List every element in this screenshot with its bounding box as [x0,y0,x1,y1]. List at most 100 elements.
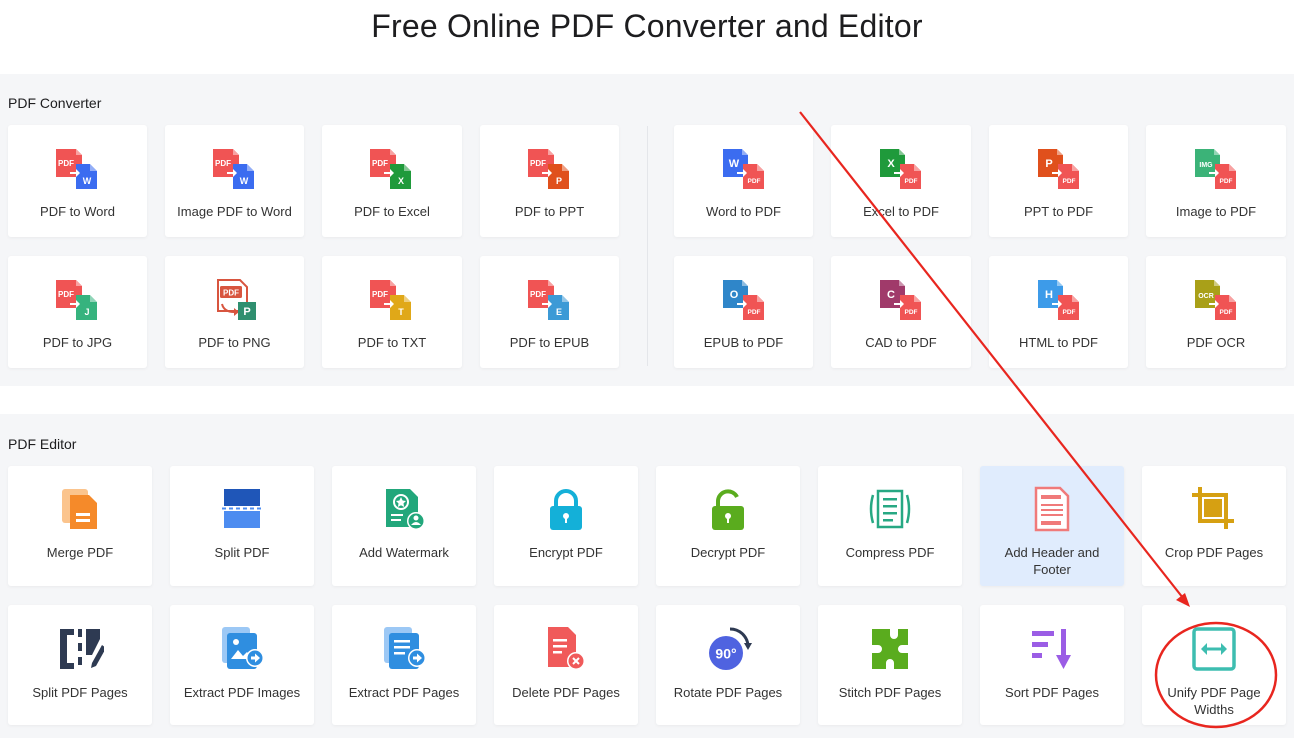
svg-text:PDF: PDF [372,290,388,299]
editor-card-split-pdf[interactable]: Split PDF [170,466,314,586]
card-label: Rotate PDF Pages [673,685,783,700]
svg-text:O: O [729,289,738,301]
svg-text:OCR: OCR [1198,293,1214,300]
ppt-to-pdf-icon: P PDF [1034,147,1084,191]
converter-card-ppt-to-pdf[interactable]: P PDF PPT to PDF [989,125,1128,237]
card-label: EPUB to PDF [703,335,784,350]
extract-pdf-images-icon [218,625,266,673]
card-label: Extract PDF Pages [348,685,460,700]
image-pdf-to-word-icon: PDF W [210,147,260,191]
editor-card-rotate-pdf-pages[interactable]: 90° Rotate PDF Pages [656,605,800,725]
svg-text:PDF: PDF [223,289,239,298]
svg-text:T: T [398,307,404,317]
html-to-pdf-icon: H PDF [1034,278,1084,322]
card-label: Compress PDF [845,545,935,560]
card-label: PDF to Excel [354,204,430,219]
svg-text:W: W [82,176,91,186]
pdf-editor-section: PDF Editor Merge PDF Split PDF Add Water… [0,414,1294,738]
add-header-footer-icon [1028,485,1076,533]
compress-pdf-icon [866,485,914,533]
converter-card-pdf-ocr[interactable]: OCR PDF PDF OCR [1146,256,1286,368]
word-to-pdf-icon: W PDF [719,147,769,191]
svg-text:90°: 90° [715,646,736,662]
card-label: Delete PDF Pages [512,685,620,700]
split-pdf-icon [218,485,266,533]
card-label: PDF OCR [1186,335,1246,350]
pdf-ocr-icon: OCR PDF [1191,278,1241,322]
image-to-pdf-icon: IMG PDF [1191,147,1241,191]
sort-pdf-pages-icon [1028,625,1076,673]
card-label: PDF to EPUB [509,335,590,350]
svg-text:IMG: IMG [1199,162,1213,169]
editor-card-compress-pdf[interactable]: Compress PDF [818,466,962,586]
card-label: Split PDF Pages [32,685,128,700]
pdf-editor-heading: PDF Editor [8,436,77,452]
card-label: Sort PDF Pages [1005,685,1099,700]
editor-card-merge-pdf[interactable]: Merge PDF [8,466,152,586]
converter-card-image-to-pdf[interactable]: IMG PDF Image to PDF [1146,125,1286,237]
encrypt-pdf-icon [542,485,590,533]
epub-to-pdf-icon: O PDF [719,278,769,322]
svg-text:PDF: PDF [905,178,918,185]
converter-card-pdf-to-ppt[interactable]: PDF P PDF to PPT [480,125,619,237]
converter-card-pdf-to-jpg[interactable]: PDF J PDF to JPG [8,256,147,368]
card-label: Image to PDF [1175,204,1257,219]
converter-card-pdf-to-txt[interactable]: PDF T PDF to TXT [322,256,462,368]
merge-pdf-icon [56,485,104,533]
editor-card-stitch-pdf-pages[interactable]: Stitch PDF Pages [818,605,962,725]
editor-card-add-header-and-footer[interactable]: Add Header and Footer [980,466,1124,586]
svg-text:PDF: PDF [747,309,760,316]
converter-divider [647,126,648,366]
split-pdf-pages-icon [56,625,106,673]
editor-card-split-pdf-pages[interactable]: Split PDF Pages [8,605,152,725]
svg-text:PDF: PDF [58,159,74,168]
card-label: Extract PDF Images [183,685,301,700]
editor-card-sort-pdf-pages[interactable]: Sort PDF Pages [980,605,1124,725]
pdf-to-jpg-icon: PDF J [53,278,103,322]
converter-card-word-to-pdf[interactable]: W PDF Word to PDF [674,125,813,237]
svg-text:PDF: PDF [530,159,546,168]
card-label: Word to PDF [706,204,781,219]
converter-card-pdf-to-png[interactable]: PDF P PDF to PNG [165,256,304,368]
pdf-converter-section: PDF Converter PDF W PDF to Word PDF W Im… [0,74,1294,386]
pdf-to-epub-icon: PDF E [525,278,575,322]
svg-text:PDF: PDF [1220,309,1233,316]
card-label: Unify PDF Page Widths [1167,685,1261,717]
card-label: PDF to JPG [42,335,113,350]
unify-pdf-page-widths-icon [1190,625,1238,673]
card-label: Image PDF to Word [177,204,292,219]
rotate-pdf-pages-icon: 90° [704,625,752,673]
svg-text:PDF: PDF [1062,178,1075,185]
editor-card-decrypt-pdf[interactable]: Decrypt PDF [656,466,800,586]
svg-text:PDF: PDF [1220,178,1233,185]
editor-card-add-watermark[interactable]: Add Watermark [332,466,476,586]
editor-card-unify-pdf-page-widths[interactable]: Unify PDF Page Widths [1142,605,1286,725]
editor-card-extract-pdf-pages[interactable]: Extract PDF Pages [332,605,476,725]
card-label: PDF to PNG [198,335,271,350]
editor-card-crop-pdf-pages[interactable]: Crop PDF Pages [1142,466,1286,586]
card-label: HTML to PDF [1019,335,1098,350]
svg-text:PDF: PDF [215,159,231,168]
svg-text:PDF: PDF [58,290,74,299]
svg-text:PDF: PDF [530,290,546,299]
converter-card-excel-to-pdf[interactable]: X PDF Excel to PDF [831,125,971,237]
converter-card-image-pdf-to-word[interactable]: PDF W Image PDF to Word [165,125,304,237]
cad-to-pdf-icon: C PDF [876,278,926,322]
converter-card-html-to-pdf[interactable]: H PDF HTML to PDF [989,256,1128,368]
editor-card-extract-pdf-images[interactable]: Extract PDF Images [170,605,314,725]
converter-card-pdf-to-epub[interactable]: PDF E PDF to EPUB [480,256,619,368]
converter-card-pdf-to-excel[interactable]: PDF X PDF to Excel [322,125,462,237]
card-label: PDF to Word [40,204,115,219]
editor-card-encrypt-pdf[interactable]: Encrypt PDF [494,466,638,586]
converter-card-epub-to-pdf[interactable]: O PDF EPUB to PDF [674,256,813,368]
svg-text:J: J [84,307,89,317]
svg-text:W: W [728,158,739,170]
svg-text:X: X [398,176,404,186]
card-label: Stitch PDF Pages [838,685,942,700]
decrypt-pdf-icon [704,485,752,533]
editor-card-delete-pdf-pages[interactable]: Delete PDF Pages [494,605,638,725]
converter-card-pdf-to-word[interactable]: PDF W PDF to Word [8,125,147,237]
converter-card-cad-to-pdf[interactable]: C PDF CAD to PDF [831,256,971,368]
page-title: Free Online PDF Converter and Editor [371,7,923,44]
svg-text:X: X [887,158,895,170]
